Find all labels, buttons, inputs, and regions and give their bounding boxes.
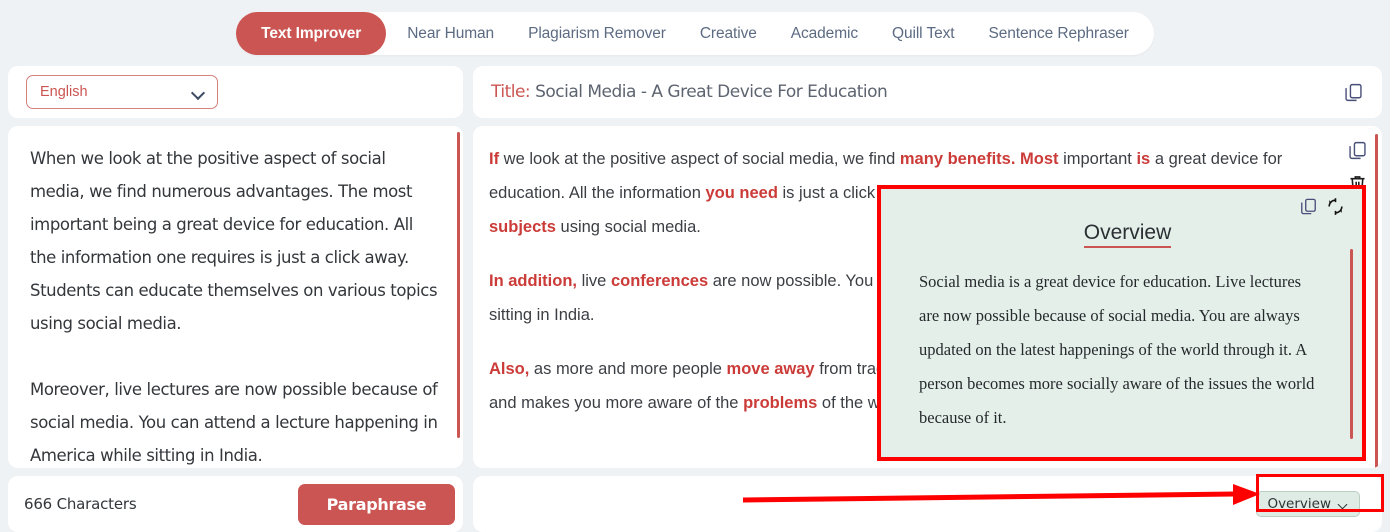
source-text-content: When we look at the positive aspect of s… (30, 142, 441, 468)
tab-creative[interactable]: Creative (683, 12, 774, 55)
tab-near-human[interactable]: Near Human (390, 12, 511, 55)
tab-bar: Text Improver Near Human Plagiarism Remo… (236, 11, 1154, 55)
tab-quill-text[interactable]: Quill Text (875, 12, 971, 55)
chevron-down-icon (193, 88, 206, 96)
title-bar: Title: Social Media - A Great Device For… (473, 66, 1382, 118)
copy-icon[interactable] (1347, 140, 1368, 161)
document-title: Title: Social Media - A Great Device For… (491, 82, 888, 102)
input-footer: 666 Characters Paraphrase (8, 476, 463, 532)
tab-sentence-rephraser[interactable]: Sentence Rephraser (971, 12, 1145, 55)
tab-bar-container: Text Improver Near Human Plagiarism Remo… (0, 0, 1390, 66)
tab-academic[interactable]: Academic (774, 12, 875, 55)
paraphrase-button[interactable]: Paraphrase (298, 483, 455, 525)
refresh-icon[interactable] (1326, 197, 1345, 216)
source-paragraph: When we look at the positive aspect of s… (30, 149, 438, 333)
character-count: 666 Characters (24, 495, 137, 513)
overview-popup-title: Overview (919, 221, 1336, 248)
source-paragraph: Moreover, live lectures are now possible… (30, 380, 438, 465)
input-column: English When we look at the positive asp… (8, 66, 463, 532)
language-bar: English (8, 66, 463, 118)
language-select[interactable]: English (26, 75, 218, 109)
chevron-down-icon (1339, 501, 1349, 507)
output-scrollbar[interactable] (1375, 134, 1378, 468)
language-select-value: English (40, 84, 88, 100)
title-label: Title: (491, 82, 531, 102)
output-footer: Overview (473, 476, 1382, 532)
overview-popup-actions (1299, 197, 1345, 216)
source-scrollbar[interactable] (457, 132, 460, 438)
overview-dropdown-button[interactable]: Overview (1256, 491, 1360, 517)
copy-icon[interactable] (1299, 197, 1318, 216)
overview-dropdown-label: Overview (1267, 496, 1331, 512)
title-value: Social Media - A Great Device For Educat… (535, 82, 888, 102)
overview-popup: Overview Social media is a great device … (877, 185, 1366, 461)
overview-popup-scrollbar[interactable] (1350, 249, 1353, 439)
overview-popup-body: Social media is a great device for educa… (919, 272, 1315, 427)
tab-plagiarism-remover[interactable]: Plagiarism Remover (511, 12, 683, 55)
tab-text-improver[interactable]: Text Improver (236, 11, 387, 55)
source-text-editor[interactable]: When we look at the positive aspect of s… (8, 126, 463, 468)
copy-icon[interactable] (1343, 82, 1364, 103)
